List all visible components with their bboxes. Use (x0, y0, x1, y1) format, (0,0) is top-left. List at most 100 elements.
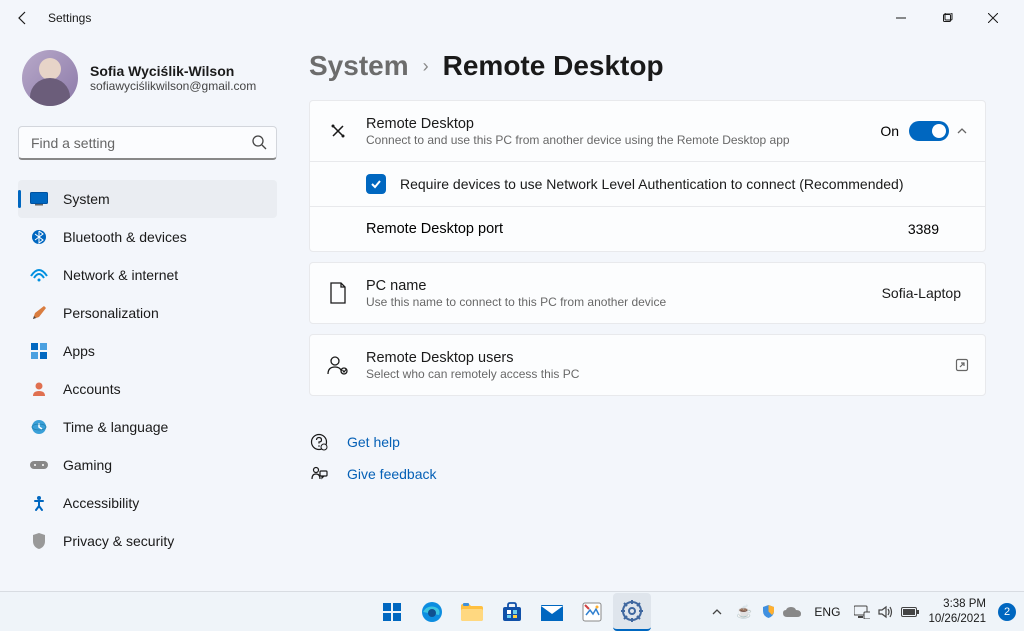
nav-label: Personalization (63, 305, 159, 321)
titlebar: Settings (0, 0, 1024, 36)
remote-desktop-icon (326, 119, 350, 143)
port-value: 3389 (908, 221, 969, 237)
row-description: Use this name to connect to this PC from… (366, 295, 882, 309)
expand-chevron-icon[interactable] (955, 124, 969, 138)
nav-bluetooth[interactable]: Bluetooth & devices (18, 218, 277, 256)
start-button[interactable] (373, 593, 411, 631)
taskbar: ☕ ENG 3:38 PM 10/26/2021 2 (0, 591, 1024, 631)
page-title: Remote Desktop (443, 50, 664, 82)
system-icon (30, 190, 48, 208)
tray-app-icon[interactable]: ☕ (734, 602, 754, 622)
edge-icon[interactable] (413, 593, 451, 631)
sidebar: Sofia Wyciślik-Wilson sofiawyciślikwilso… (0, 36, 295, 591)
settings-taskbar-icon[interactable] (613, 593, 651, 631)
nav-label: Accounts (63, 381, 121, 397)
nav-label: Privacy & security (63, 533, 174, 549)
date-text: 10/26/2021 (928, 612, 986, 626)
privacy-icon (30, 532, 48, 550)
user-name: Sofia Wyciślik-Wilson (90, 63, 256, 79)
accessibility-icon (30, 494, 48, 512)
pc-name-value: Sofia-Laptop (882, 285, 961, 301)
explorer-icon[interactable] (453, 593, 491, 631)
nav-accessibility[interactable]: Accessibility (18, 484, 277, 522)
tray-security-icon[interactable] (758, 602, 778, 622)
pc-name-row[interactable]: PC name Use this name to connect to this… (310, 263, 985, 323)
nav-accounts[interactable]: Accounts (18, 370, 277, 408)
nav-personalization[interactable]: Personalization (18, 294, 277, 332)
bluetooth-icon (30, 228, 48, 246)
port-label: Remote Desktop port (366, 221, 908, 237)
close-button[interactable] (970, 2, 1016, 34)
link-label: Get help (347, 434, 400, 450)
clock[interactable]: 3:38 PM 10/26/2021 (928, 597, 990, 626)
content-area: System › Remote Desktop Remote Desktop C… (295, 36, 1024, 591)
remote-desktop-card: Remote Desktop Connect to and use this P… (309, 100, 986, 252)
minimize-button[interactable] (878, 2, 924, 34)
time-text: 3:38 PM (928, 597, 986, 611)
nav-list: System Bluetooth & devices Network & int… (18, 180, 277, 560)
nav-label: System (63, 191, 110, 207)
row-title: Remote Desktop users (366, 350, 945, 366)
nav-label: Apps (63, 343, 95, 359)
breadcrumb: System › Remote Desktop (309, 50, 986, 82)
users-icon (326, 353, 350, 377)
onedrive-icon[interactable] (782, 602, 802, 622)
quick-settings[interactable] (852, 602, 920, 622)
nav-privacy[interactable]: Privacy & security (18, 522, 277, 560)
nav-label: Network & internet (63, 267, 178, 283)
system-tray: ☕ (734, 602, 802, 622)
nla-label: Require devices to use Network Level Aut… (400, 176, 904, 192)
feedback-icon (309, 464, 329, 484)
tray-overflow-icon[interactable] (708, 607, 726, 617)
nla-checkbox[interactable] (366, 174, 386, 194)
back-button[interactable] (8, 3, 38, 33)
network-icon (30, 266, 48, 284)
nav-apps[interactable]: Apps (18, 332, 277, 370)
remote-users-card: Remote Desktop users Select who can remo… (309, 334, 986, 396)
nav-time[interactable]: Time & language (18, 408, 277, 446)
personalization-icon (30, 304, 48, 322)
remote-users-row[interactable]: Remote Desktop users Select who can remo… (310, 335, 985, 395)
nav-label: Gaming (63, 457, 112, 473)
nla-row[interactable]: Require devices to use Network Level Aut… (310, 161, 985, 206)
nav-label: Accessibility (63, 495, 139, 511)
remote-desktop-header-row[interactable]: Remote Desktop Connect to and use this P… (310, 101, 985, 161)
battery-tray-icon (900, 602, 920, 622)
link-label: Give feedback (347, 466, 437, 482)
help-icon (309, 432, 329, 452)
breadcrumb-separator: › (423, 56, 429, 77)
search-container (18, 126, 277, 160)
get-help-link[interactable]: Get help (309, 426, 986, 458)
breadcrumb-parent[interactable]: System (309, 50, 409, 82)
network-tray-icon (852, 602, 872, 622)
search-input[interactable] (18, 126, 277, 160)
volume-tray-icon (876, 602, 896, 622)
nav-system[interactable]: System (18, 180, 277, 218)
notification-badge[interactable]: 2 (998, 603, 1016, 621)
row-title: PC name (366, 278, 882, 294)
maximize-button[interactable] (924, 2, 970, 34)
row-title: Remote Desktop (366, 116, 880, 132)
open-external-icon[interactable] (955, 358, 969, 372)
nav-label: Bluetooth & devices (63, 229, 187, 245)
port-row: Remote Desktop port 3389 (310, 206, 985, 251)
window-title: Settings (48, 11, 91, 25)
remote-desktop-toggle-group: On (880, 121, 949, 141)
remote-desktop-toggle[interactable] (909, 121, 949, 141)
taskbar-right: ☕ ENG 3:38 PM 10/26/2021 2 (708, 597, 1024, 626)
paint-icon[interactable] (573, 593, 611, 631)
row-description: Select who can remotely access this PC (366, 367, 945, 381)
nav-network[interactable]: Network & internet (18, 256, 277, 294)
toggle-state-label: On (880, 123, 899, 139)
window-controls (878, 2, 1016, 34)
user-email: sofiawyciślikwilson@gmail.com (90, 79, 256, 93)
user-profile[interactable]: Sofia Wyciślik-Wilson sofiawyciślikwilso… (18, 50, 277, 106)
nav-gaming[interactable]: Gaming (18, 446, 277, 484)
pc-name-card: PC name Use this name to connect to this… (309, 262, 986, 324)
give-feedback-link[interactable]: Give feedback (309, 458, 986, 490)
store-icon[interactable] (493, 593, 531, 631)
nav-label: Time & language (63, 419, 168, 435)
time-icon (30, 418, 48, 436)
language-indicator[interactable]: ENG (810, 605, 844, 619)
mail-icon[interactable] (533, 593, 571, 631)
